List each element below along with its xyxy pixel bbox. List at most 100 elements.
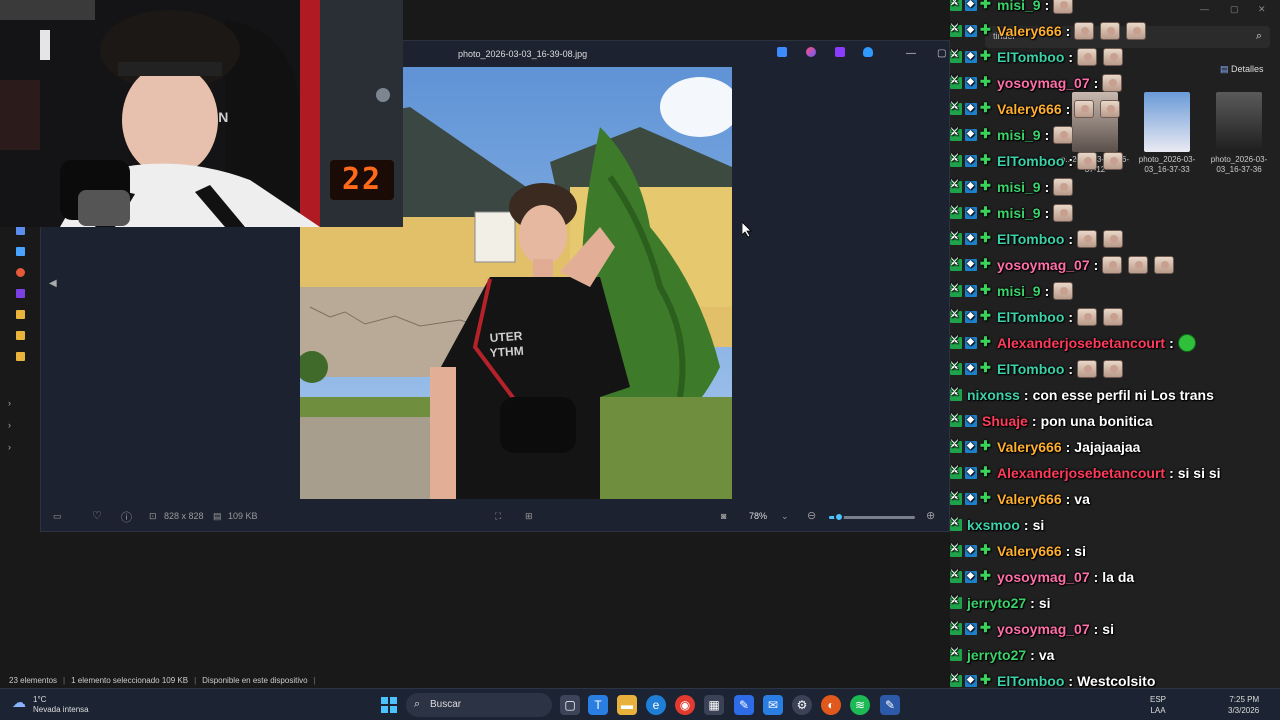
chat-emote-icon bbox=[1053, 178, 1074, 196]
photos-icon[interactable]: ✎ bbox=[734, 695, 754, 715]
teams-icon[interactable]: T bbox=[588, 695, 608, 715]
chat-username[interactable]: nixonss bbox=[967, 387, 1020, 403]
chat-username[interactable]: misi_9 bbox=[997, 179, 1041, 195]
chat-username[interactable]: ElTomboo bbox=[997, 231, 1064, 247]
edge-browser-icon[interactable]: e bbox=[646, 695, 666, 715]
chevron-right-icon[interactable]: › bbox=[8, 392, 11, 414]
chat-message: Valery666: bbox=[950, 19, 1152, 43]
task-view-icon[interactable]: ▢ bbox=[560, 695, 580, 715]
chrome-browser-icon[interactable]: ◉ bbox=[675, 695, 695, 715]
chat-message: misi_9: bbox=[950, 0, 1079, 17]
windows-logo-icon bbox=[390, 697, 397, 704]
subscriber-badge-icon bbox=[980, 178, 992, 194]
vip-badge-icon bbox=[965, 622, 977, 635]
chevron-right-icon[interactable]: › bbox=[8, 414, 11, 436]
moderator-badge-icon bbox=[950, 335, 962, 349]
moderator-badge-icon bbox=[950, 569, 962, 583]
vip-badge-icon bbox=[965, 258, 977, 271]
mail-icon[interactable]: ✉ bbox=[763, 695, 783, 715]
moderator-badge-icon bbox=[950, 647, 962, 661]
chat-username[interactable]: ElTomboo bbox=[997, 309, 1064, 325]
zoom-slider[interactable] bbox=[829, 512, 915, 522]
store-icon[interactable]: ▦ bbox=[704, 695, 724, 715]
chat-username[interactable]: ElTomboo bbox=[997, 361, 1064, 377]
chat-emote-icon bbox=[1053, 204, 1074, 222]
chat-username[interactable]: misi_9 bbox=[997, 0, 1041, 13]
zoom-percentage-dropdown[interactable]: 78% bbox=[749, 511, 767, 521]
file-explorer-icon[interactable]: ▬ bbox=[617, 695, 637, 715]
file-info-icon[interactable]: ⓘ bbox=[121, 509, 132, 525]
firefox-icon[interactable]: ◐ bbox=[821, 695, 841, 715]
zoom-out-icon[interactable]: ⊖ bbox=[807, 509, 816, 522]
minimize-button[interactable]: — bbox=[906, 43, 916, 65]
chat-username[interactable]: yosoymag_07 bbox=[997, 75, 1090, 91]
stream-chat-overlay: misi_9:Valery666:ElTomboo:yosoymag_07:Va… bbox=[950, 0, 1280, 720]
fit-to-window-icon[interactable]: ⛶ bbox=[495, 511, 501, 522]
spotify-icon[interactable]: ≋ bbox=[850, 695, 870, 715]
webcam-overlay: GEN 22 bbox=[0, 0, 403, 227]
chat-username[interactable]: Valery666 bbox=[997, 491, 1062, 507]
chat-username[interactable]: Alexanderjosebetancourt bbox=[997, 465, 1165, 481]
clipchamp-icon[interactable] bbox=[835, 47, 845, 57]
chat-username[interactable]: misi_9 bbox=[997, 205, 1041, 221]
previous-image-button[interactable]: ◀ bbox=[49, 278, 57, 289]
input-language-indicator[interactable]: ESP LAA bbox=[1150, 694, 1166, 716]
clock-time: 7:25 PM bbox=[1229, 695, 1260, 704]
chat-username[interactable]: yosoymag_07 bbox=[997, 257, 1090, 273]
chat-username[interactable]: Shuaje bbox=[982, 413, 1028, 429]
copilot-icon[interactable] bbox=[806, 47, 816, 57]
windows-logo-icon bbox=[381, 706, 388, 713]
zoom-in-icon[interactable]: ⊕ bbox=[926, 509, 935, 522]
chat-message-text: si bbox=[1032, 517, 1045, 533]
chat-username[interactable]: yosoymag_07 bbox=[997, 621, 1090, 637]
onedrive-icon[interactable] bbox=[863, 47, 873, 57]
subscriber-badge-icon bbox=[980, 360, 992, 376]
moderator-badge-icon bbox=[950, 491, 962, 505]
chat-separator: : bbox=[1023, 387, 1029, 403]
moderator-badge-icon bbox=[950, 205, 962, 219]
subscriber-badge-icon bbox=[980, 282, 992, 298]
chat-username[interactable]: misi_9 bbox=[997, 127, 1041, 143]
chat-username[interactable]: Valery666 bbox=[997, 23, 1062, 39]
screenshot-icon[interactable]: ◙ bbox=[721, 511, 726, 521]
chevron-right-icon[interactable]: › bbox=[8, 436, 11, 458]
settings-gear-icon[interactable]: ⚙ bbox=[792, 695, 812, 715]
chat-emote-icon bbox=[1074, 22, 1095, 40]
vip-badge-icon bbox=[965, 206, 977, 219]
moderator-badge-icon bbox=[950, 309, 962, 323]
maximize-button[interactable]: ▢ bbox=[937, 43, 946, 65]
image-dimensions: 828 x 828 bbox=[164, 511, 204, 521]
actual-size-icon[interactable]: ⊞ bbox=[525, 511, 533, 522]
chat-separator: : bbox=[1044, 179, 1050, 195]
photo-viewer-taskbar-icon[interactable]: ✎ bbox=[880, 695, 900, 715]
chat-username[interactable]: Valery666 bbox=[997, 101, 1062, 117]
chat-message: ElTomboo: bbox=[950, 45, 1129, 69]
taskbar-search-box[interactable]: ⌕ Buscar bbox=[406, 693, 552, 717]
start-button[interactable] bbox=[381, 697, 397, 713]
chat-username[interactable]: misi_9 bbox=[997, 283, 1041, 299]
chat-username[interactable]: ElTomboo bbox=[997, 49, 1064, 65]
chat-username[interactable]: Alexanderjosebetancourt bbox=[997, 335, 1165, 351]
chat-username[interactable]: Valery666 bbox=[997, 543, 1062, 559]
taskbar-clock[interactable]: 7:25 PM 3/3/2026 bbox=[1228, 694, 1259, 716]
file-size: 109 KB bbox=[228, 511, 258, 521]
chat-separator: : bbox=[1068, 673, 1074, 689]
chat-username[interactable]: ElTomboo bbox=[997, 153, 1064, 169]
chat-username[interactable]: Valery666 bbox=[997, 439, 1062, 455]
chat-message: Valery666:Jajajaajaa bbox=[950, 435, 1140, 459]
chevron-down-icon[interactable]: ⌄ bbox=[781, 511, 789, 522]
subscriber-badge-icon bbox=[980, 100, 992, 116]
filmstrip-icon[interactable]: ▭ bbox=[53, 511, 62, 522]
favorite-heart-icon[interactable]: ♡ bbox=[92, 509, 102, 522]
chat-username[interactable]: jerryto27 bbox=[967, 595, 1026, 611]
chat-username[interactable]: ElTomboo bbox=[997, 673, 1064, 689]
search-placeholder: Buscar bbox=[430, 699, 462, 710]
vip-badge-icon bbox=[965, 362, 977, 375]
chat-username[interactable]: jerryto27 bbox=[967, 647, 1026, 663]
edit-icon[interactable] bbox=[777, 47, 787, 57]
zoom-slider-thumb[interactable] bbox=[834, 512, 845, 522]
vip-badge-icon bbox=[965, 76, 977, 89]
chat-message: nixonss:con esse perfil ni Los trans bbox=[950, 383, 1214, 407]
chat-username[interactable]: yosoymag_07 bbox=[997, 569, 1090, 585]
chat-username[interactable]: kxsmoo bbox=[967, 517, 1020, 533]
